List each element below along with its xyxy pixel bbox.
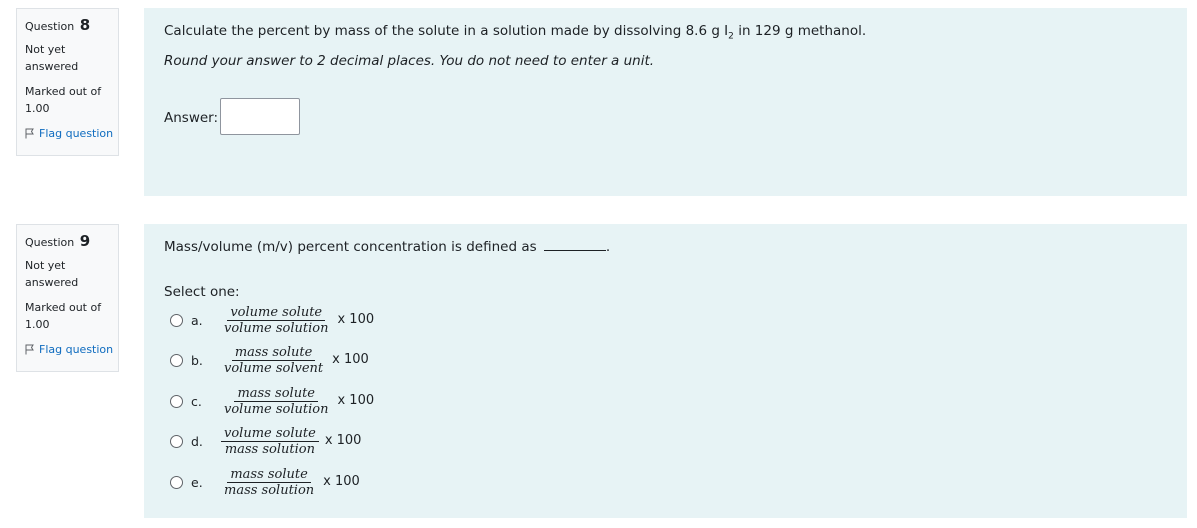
option-e[interactable]: e. mass solute mass solution x 100 (170, 465, 360, 499)
question-8-number: Question 8 (25, 16, 91, 34)
question-8-content: Calculate the percent by mass of the sol… (144, 8, 1187, 196)
question-8-state: Not yet answered (25, 43, 79, 73)
answer-input[interactable] (220, 98, 300, 135)
option-a[interactable]: a. volume solute volume solution x 100 (170, 303, 374, 337)
question-9-flag-link[interactable]: Flag question (25, 341, 118, 358)
option-letter: d. (191, 433, 203, 449)
answer-label: Answer: (164, 110, 219, 126)
option-multiplier: x 100 (332, 352, 369, 367)
radio-unchecked-icon[interactable] (170, 394, 183, 408)
option-fraction: mass solute volume solvent (224, 344, 324, 376)
option-fraction: mass solute mass solution (224, 466, 315, 498)
question-9-grade: Marked out of 1.00 (25, 301, 102, 331)
question-9-state: Not yet answered (25, 259, 79, 289)
option-letter: a. (191, 312, 203, 328)
option-c[interactable]: c. mass solute volume solution x 100 (170, 384, 374, 418)
radio-unchecked-icon[interactable] (170, 434, 183, 448)
option-multiplier: x 100 (337, 312, 375, 327)
question-8-grade: Marked out of 1.00 (25, 85, 102, 115)
answer-blank (543, 250, 606, 251)
flag-icon (25, 344, 34, 355)
question-9-text: Mass/volume (m/v) percent concentration … (164, 239, 611, 255)
question-9-content: Mass/volume (m/v) percent concentration … (144, 224, 1187, 518)
option-letter: c. (191, 393, 202, 409)
question-9-number: Question 9 (25, 232, 91, 250)
option-fraction: volume solute mass solution (221, 426, 319, 457)
option-letter: e. (191, 474, 203, 490)
question-9-info: Question 9 Not yet answered Marked out of… (16, 224, 119, 372)
question-8-flag-link[interactable]: Flag question (25, 125, 118, 142)
option-multiplier: x 100 (323, 474, 360, 489)
radio-unchecked-icon[interactable] (170, 313, 183, 327)
flag-icon (25, 128, 34, 139)
option-letter: b. (191, 352, 203, 368)
option-fraction: volume solute volume solution (224, 304, 329, 336)
radio-unchecked-icon[interactable] (170, 353, 183, 367)
option-b[interactable]: b. mass solute volume solvent x 100 (170, 343, 369, 377)
question-8-info: Question 8 Not yet answered Marked out of… (16, 8, 119, 156)
option-multiplier: x 100 (324, 433, 362, 448)
radio-unchecked-icon[interactable] (170, 475, 183, 489)
select-one-label: Select one: (164, 284, 240, 300)
question-8-text: Calculate the percent by mass of the sol… (164, 23, 867, 42)
option-fraction: mass solute volume solution (224, 385, 329, 417)
question-8-instruction: Round your answer to 2 decimal places. Y… (164, 53, 655, 69)
option-d[interactable]: d. volume solute mass solution x 100 (170, 424, 361, 458)
option-multiplier: x 100 (337, 393, 375, 408)
